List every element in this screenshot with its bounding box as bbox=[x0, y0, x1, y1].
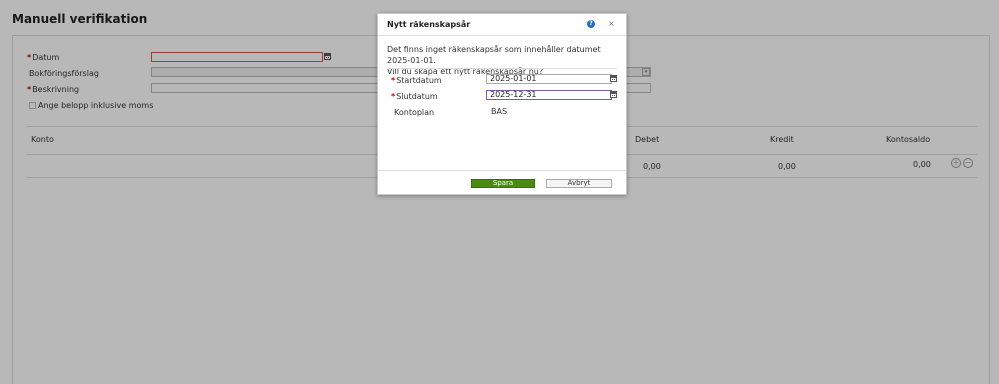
startdatum-input[interactable]: 2025-01-01 bbox=[486, 74, 612, 84]
kontoplan-label: Kontoplan bbox=[394, 108, 435, 117]
kontoplan-value: BAS bbox=[491, 107, 508, 116]
new-fiscal-year-dialog: Nytt räkenskapsår ? × Det finns inget rä… bbox=[377, 13, 627, 195]
dialog-title: Nytt räkenskapsår bbox=[387, 20, 471, 29]
save-button[interactable]: Spara bbox=[471, 179, 535, 188]
slutdatum-label: *Slutdatum bbox=[391, 92, 438, 101]
cancel-button[interactable]: Avbryt bbox=[546, 179, 612, 188]
dialog-header-divider bbox=[378, 35, 626, 36]
slutdatum-input[interactable]: 2025-12-31 bbox=[486, 90, 612, 100]
dialog-footer-divider bbox=[378, 170, 626, 171]
close-icon[interactable]: × bbox=[608, 19, 615, 28]
slutdatum-calendar-icon[interactable] bbox=[610, 91, 617, 98]
help-icon[interactable]: ? bbox=[587, 20, 595, 28]
dialog-message: Det finns inget räkenskapsår som innehål… bbox=[387, 45, 601, 76]
startdatum-calendar-icon[interactable] bbox=[610, 75, 617, 82]
startdatum-label: *Startdatum bbox=[391, 76, 442, 85]
message-divider bbox=[387, 68, 617, 69]
